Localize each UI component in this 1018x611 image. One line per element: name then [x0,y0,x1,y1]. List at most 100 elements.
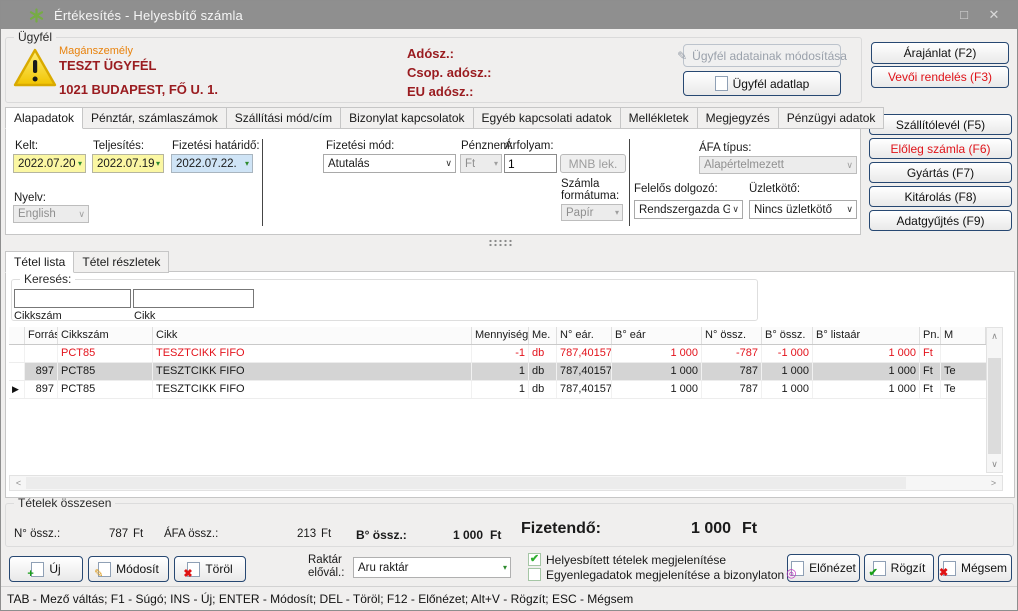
show-balance-checkbox[interactable] [528,568,541,581]
close-button[interactable]: ✕ [979,1,1009,29]
arajanlat-button[interactable]: Árajánlat (F2) [871,42,1009,64]
fizetendo-currency: Ft [742,520,757,538]
nyelv-select[interactable]: English ∨ [13,205,89,223]
table-cell: -787 [702,345,762,362]
preview-button[interactable]: ◎ Előnézet [787,554,860,582]
col-header-b-listaar[interactable]: B° listaár [813,327,920,344]
chevron-down-icon: ∨ [844,160,853,171]
fizetesi-mod-label: Fizetési mód: [326,140,394,152]
afa-tipus-select[interactable]: Alapértelmezett ∨ [699,156,857,174]
tab-penzugyi-adatok[interactable]: Pénzügyi adatok [779,107,885,129]
felelos-dolgozo-select[interactable]: Rendszergazda Gé ∨ [634,200,743,219]
mnb-button[interactable]: MNB lek. [560,154,626,173]
new-item-button[interactable]: + Új [9,556,83,582]
splitter-grip[interactable] [488,239,514,247]
delete-item-button[interactable]: ✖ Töröl [174,556,246,582]
eloleg-szamla-button[interactable]: Előleg számla (F6) [869,138,1012,159]
chevron-down-icon: ▾ [243,159,249,168]
form-divider [629,139,630,226]
scroll-right-icon[interactable]: > [986,476,1001,490]
customer-datasheet-button[interactable]: Ügyfél adatlap [683,71,841,96]
col-header-n-ossz[interactable]: N° össz. [702,327,762,344]
szallitolevel-button[interactable]: Szállítólevél (F5) [869,114,1012,135]
scrollbar-thumb[interactable] [988,358,1001,454]
table-cell: 787,40157 [557,381,612,398]
col-header-cikkszam[interactable]: Cikkszám [58,327,153,344]
col-header-me[interactable]: Me. [529,327,557,344]
gyartas-button[interactable]: Gyártás (F7) [869,162,1012,183]
col-header-b-ear[interactable]: B° eár [612,327,702,344]
szamla-formatum-select[interactable]: Papír ▾ [561,204,623,221]
scrollbar-thumb[interactable] [26,477,906,489]
search-cikkszam-input[interactable] [14,289,131,308]
save-button[interactable]: ✔ Rögzít [864,554,934,582]
tab-bizonylat-kapcsolatok[interactable]: Bizonylat kapcsolatok [341,107,473,129]
teljesites-select[interactable]: 2022.07.19. ▾ [92,154,164,173]
document-icon [715,76,728,91]
warning-icon [12,47,58,89]
col-header-n-ear[interactable]: N° eár. [557,327,612,344]
col-header-b-ossz[interactable]: B° össz. [762,327,813,344]
col-header-m[interactable]: M [941,327,986,344]
table-cell: PCT85 [58,345,153,362]
scroll-down-icon[interactable]: ∨ [987,457,1002,471]
horizontal-scrollbar[interactable]: < > [9,475,1003,491]
scroll-up-icon[interactable]: ∧ [987,329,1002,343]
kelt-select[interactable]: 2022.07.20. ▾ [13,154,86,173]
table-cell: -1 [472,345,529,362]
warehouse-select[interactable]: Áru raktár ▾ [353,557,511,578]
modify-customer-button[interactable]: ✎ Ügyfél adatainak módosítása [683,44,841,67]
table-cell: db [529,381,557,398]
fizetesi-hatarido-select[interactable]: 2022.07.22. ▾ [171,154,253,173]
chevron-down-icon: ∨ [76,209,85,220]
kitarolas-button[interactable]: Kitárolás (F8) [869,186,1012,207]
penznem-select[interactable]: Ft ▾ [460,154,502,173]
vertical-scrollbar[interactable]: ∧ ∨ [986,327,1003,473]
modify-item-button[interactable]: ✎ Módosít [88,556,169,582]
table-cell: 1 000 [612,363,702,380]
col-header-cikk[interactable]: Cikk [153,327,472,344]
adatgyujtes-button[interactable]: Adatgyűjtés (F9) [869,210,1012,231]
table-cell: db [529,345,557,362]
col-header-mennyiseg[interactable]: Mennyiség [472,327,529,344]
tab-alapadatok[interactable]: Alapadatok [5,107,83,129]
cancel-button[interactable]: ✖ Mégsem [938,554,1012,582]
uzletkoto-select[interactable]: Nincs üzletkötő ∨ [749,200,857,219]
eu-adosz-label: EU adósz.: [407,84,473,99]
cikk-column-label: Cikk [134,310,155,322]
tab-penztar-szamlaszamok[interactable]: Pénztár, számlaszámok [83,107,227,129]
table-cell: PCT85 [58,381,153,398]
vevoi-rendeles-button[interactable]: Vevői rendelés (F3) [871,66,1009,88]
tab-egyeb-kapcsolati-adatok[interactable]: Egyéb kapcsolati adatok [474,107,621,129]
table-header-row: Forrás Cikkszám Cikk Mennyiség Me. N° eá… [9,327,986,345]
table-cell [9,345,25,362]
table-row[interactable]: ▶ 897 PCT85 TESZTCIKK FIFO 1 db 787,4015… [9,381,986,399]
tab-szallitasi-mod[interactable]: Szállítási mód/cím [227,107,341,129]
table-cell: 1 000 [813,345,920,362]
col-header-forras[interactable]: Forrás [25,327,58,344]
maximize-button[interactable]: □ [949,1,979,29]
status-bar: TAB - Mező váltás; F1 - Súgó; INS - Új; … [1,586,1017,610]
cikkszam-column-label: Cikkszám [14,310,62,322]
tab-megjegyzes[interactable]: Megjegyzés [698,107,779,129]
show-corrected-checkbox[interactable]: ✔ [528,553,541,566]
search-cikk-input[interactable] [133,289,254,308]
table-cell: 1 000 [762,363,813,380]
pencil-icon: ✎ [677,49,687,63]
table-row[interactable]: 897 PCT85 TESZTCIKK FIFO 1 db 787,40157 … [9,363,986,381]
chevron-down-icon: ▾ [613,208,619,217]
fizetesi-mod-select[interactable]: Átutalás ∨ [323,154,456,173]
arfolyam-input[interactable] [504,154,557,173]
tab-tetel-lista[interactable]: Tétel lista [5,251,74,273]
netto-total-label: N° össz.: [14,528,60,540]
tab-tetel-reszletek[interactable]: Tétel részletek [74,251,169,273]
table-cell: 897 [25,381,58,398]
tab-mellekletek[interactable]: Mellékletek [621,107,698,129]
table-row[interactable]: PCT85 TESZTCIKK FIFO -1 db 787,40157 1 0… [9,345,986,363]
scroll-left-icon[interactable]: < [11,476,26,490]
col-header-pn[interactable]: Pn. [920,327,941,344]
table-cell: 787,40157 [557,345,612,362]
afa-tipus-label: ÁFA típus: [699,142,751,154]
brutto-total-currency: Ft [490,528,501,542]
netto-total-value: 787 [109,528,128,540]
